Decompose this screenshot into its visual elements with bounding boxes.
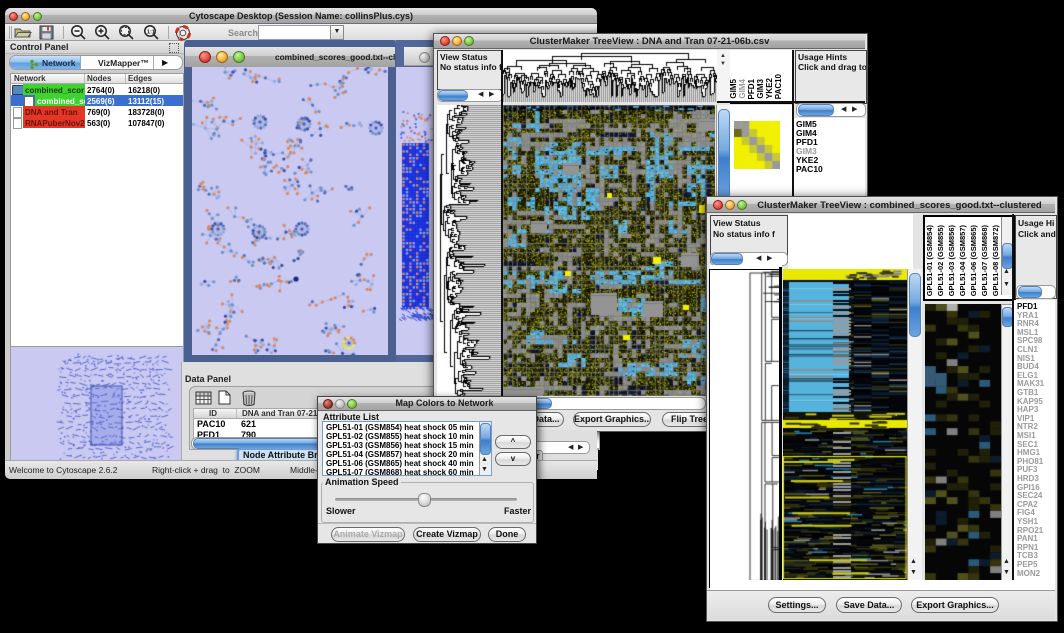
svg-text:1:1: 1:1 [147,30,155,36]
